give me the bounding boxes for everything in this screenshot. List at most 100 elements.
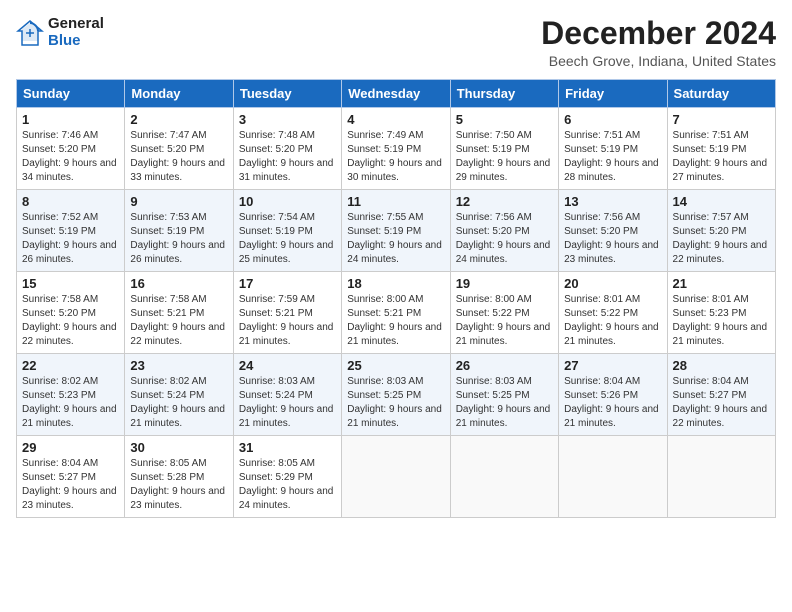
cell-info: Sunrise: 8:01 AMSunset: 5:22 PMDaylight:… [564,293,661,349]
cell-info: Sunrise: 8:05 AMSunset: 5:29 PMDaylight:… [239,457,336,513]
day-number: 26 [456,358,553,373]
page-header: General Blue December 2024 Beech Grove, … [16,16,776,69]
day-number: 1 [22,112,119,127]
calendar-cell: 21Sunrise: 8:01 AMSunset: 5:23 PMDayligh… [667,272,775,354]
day-number: 30 [130,440,227,455]
day-number: 4 [347,112,444,127]
calendar-cell: 1 Sunrise: 7:46 AMSunset: 5:20 PMDaylight… [17,108,125,190]
header-cell-saturday: Saturday [667,80,775,108]
cell-info: Sunrise: 8:04 AMSunset: 5:27 PMDaylight:… [22,457,119,513]
cell-info: Sunrise: 7:46 AMSunset: 5:20 PMDaylight:… [22,129,119,185]
calendar-cell: 25 Sunrise: 8:03 AMSunset: 5:25 PMDayligh… [342,354,450,436]
calendar-cell: 22 Sunrise: 8:02 AMSunset: 5:23 PMDayligh… [17,354,125,436]
header-cell-monday: Monday [125,80,233,108]
day-number: 15 [22,276,119,291]
calendar-cell: 10 Sunrise: 7:54 AMSunset: 5:19 PMDayligh… [233,190,341,272]
header-cell-sunday: Sunday [17,80,125,108]
cell-info: Sunrise: 8:03 AMSunset: 5:25 PMDaylight:… [456,375,553,431]
calendar-cell: 13Sunrise: 7:56 AMSunset: 5:20 PMDayligh… [559,190,667,272]
week-row-1: 1 Sunrise: 7:46 AMSunset: 5:20 PMDaylight… [17,108,776,190]
calendar-cell: 4 Sunrise: 7:49 AMSunset: 5:19 PMDaylight… [342,108,450,190]
cell-info: Sunrise: 7:58 AMSunset: 5:21 PMDaylight:… [130,293,227,349]
logo-icon [16,19,44,47]
day-number: 27 [564,358,661,373]
cell-info: Sunrise: 7:47 AMSunset: 5:20 PMDaylight:… [130,129,227,185]
day-number: 2 [130,112,227,127]
calendar-cell: 7Sunrise: 7:51 AMSunset: 5:19 PMDaylight… [667,108,775,190]
cell-info: Sunrise: 8:02 AMSunset: 5:24 PMDaylight:… [130,375,227,431]
day-number: 3 [239,112,336,127]
cell-info: Sunrise: 7:49 AMSunset: 5:19 PMDaylight:… [347,129,444,185]
day-number: 13 [564,194,661,209]
day-number: 31 [239,440,336,455]
cell-info: Sunrise: 7:59 AMSunset: 5:21 PMDaylight:… [239,293,336,349]
day-number: 29 [22,440,119,455]
day-number: 28 [673,358,770,373]
cell-info: Sunrise: 7:55 AMSunset: 5:19 PMDaylight:… [347,211,444,267]
calendar-cell: 12 Sunrise: 7:56 AMSunset: 5:20 PMDayligh… [450,190,558,272]
cell-info: Sunrise: 7:56 AMSunset: 5:20 PMDaylight:… [456,211,553,267]
day-number: 8 [22,194,119,209]
calendar-cell: 17 Sunrise: 7:59 AMSunset: 5:21 PMDayligh… [233,272,341,354]
day-number: 5 [456,112,553,127]
day-number: 6 [564,112,661,127]
month-title: December 2024 [541,16,776,51]
day-number: 23 [130,358,227,373]
calendar-cell: 16 Sunrise: 7:58 AMSunset: 5:21 PMDayligh… [125,272,233,354]
header-cell-thursday: Thursday [450,80,558,108]
cell-info: Sunrise: 8:05 AMSunset: 5:28 PMDaylight:… [130,457,227,513]
cell-info: Sunrise: 7:52 AMSunset: 5:19 PMDaylight:… [22,211,119,267]
day-number: 16 [130,276,227,291]
cell-info: Sunrise: 8:02 AMSunset: 5:23 PMDaylight:… [22,375,119,431]
header-row: SundayMondayTuesdayWednesdayThursdayFrid… [17,80,776,108]
cell-info: Sunrise: 7:53 AMSunset: 5:19 PMDaylight:… [130,211,227,267]
calendar-cell: 6 Sunrise: 7:51 AMSunset: 5:19 PMDaylight… [559,108,667,190]
day-number: 10 [239,194,336,209]
cell-info: Sunrise: 8:04 AMSunset: 5:26 PMDaylight:… [564,375,661,431]
cell-info: Sunrise: 7:58 AMSunset: 5:20 PMDaylight:… [22,293,119,349]
logo-blue: Blue [48,33,104,50]
calendar-cell: 26 Sunrise: 8:03 AMSunset: 5:25 PMDayligh… [450,354,558,436]
calendar-cell: 23 Sunrise: 8:02 AMSunset: 5:24 PMDayligh… [125,354,233,436]
week-row-2: 8 Sunrise: 7:52 AMSunset: 5:19 PMDaylight… [17,190,776,272]
calendar-cell [342,436,450,518]
calendar-cell: 8 Sunrise: 7:52 AMSunset: 5:19 PMDaylight… [17,190,125,272]
day-number: 18 [347,276,444,291]
header-cell-friday: Friday [559,80,667,108]
week-row-4: 22 Sunrise: 8:02 AMSunset: 5:23 PMDayligh… [17,354,776,436]
cell-info: Sunrise: 8:03 AMSunset: 5:25 PMDaylight:… [347,375,444,431]
calendar-cell: 24 Sunrise: 8:03 AMSunset: 5:24 PMDayligh… [233,354,341,436]
calendar-cell: 29 Sunrise: 8:04 AMSunset: 5:27 PMDayligh… [17,436,125,518]
day-number: 9 [130,194,227,209]
logo: General Blue [16,16,104,49]
calendar-cell: 28Sunrise: 8:04 AMSunset: 5:27 PMDayligh… [667,354,775,436]
day-number: 14 [673,194,770,209]
calendar-cell: 2 Sunrise: 7:47 AMSunset: 5:20 PMDaylight… [125,108,233,190]
logo-text: General Blue [48,16,104,49]
day-number: 22 [22,358,119,373]
cell-info: Sunrise: 7:50 AMSunset: 5:19 PMDaylight:… [456,129,553,185]
day-number: 12 [456,194,553,209]
calendar-cell: 18Sunrise: 8:00 AMSunset: 5:21 PMDayligh… [342,272,450,354]
day-number: 24 [239,358,336,373]
week-row-5: 29 Sunrise: 8:04 AMSunset: 5:27 PMDayligh… [17,436,776,518]
header-cell-tuesday: Tuesday [233,80,341,108]
calendar-table: SundayMondayTuesdayWednesdayThursdayFrid… [16,79,776,518]
calendar-cell: 11Sunrise: 7:55 AMSunset: 5:19 PMDayligh… [342,190,450,272]
title-block: December 2024 Beech Grove, Indiana, Unit… [541,16,776,69]
week-row-3: 15 Sunrise: 7:58 AMSunset: 5:20 PMDayligh… [17,272,776,354]
cell-info: Sunrise: 7:57 AMSunset: 5:20 PMDaylight:… [673,211,770,267]
calendar-body: 1 Sunrise: 7:46 AMSunset: 5:20 PMDaylight… [17,108,776,518]
calendar-cell: 3Sunrise: 7:48 AMSunset: 5:20 PMDaylight… [233,108,341,190]
cell-info: Sunrise: 7:51 AMSunset: 5:19 PMDaylight:… [564,129,661,185]
calendar-cell: 31 Sunrise: 8:05 AMSunset: 5:29 PMDayligh… [233,436,341,518]
day-number: 25 [347,358,444,373]
cell-info: Sunrise: 7:51 AMSunset: 5:19 PMDaylight:… [673,129,770,185]
cell-info: Sunrise: 7:54 AMSunset: 5:19 PMDaylight:… [239,211,336,267]
calendar-cell [559,436,667,518]
cell-info: Sunrise: 8:03 AMSunset: 5:24 PMDaylight:… [239,375,336,431]
cell-info: Sunrise: 8:00 AMSunset: 5:22 PMDaylight:… [456,293,553,349]
calendar-cell [450,436,558,518]
header-cell-wednesday: Wednesday [342,80,450,108]
day-number: 17 [239,276,336,291]
